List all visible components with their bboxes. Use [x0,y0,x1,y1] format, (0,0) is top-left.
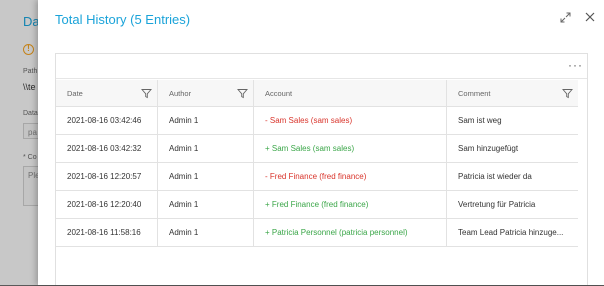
cell-account: - Sam Sales (sam sales) [254,107,447,134]
filter-icon[interactable] [562,88,573,99]
column-header-author-label: Author [169,88,192,98]
cell-author: Admin 1 [158,219,254,246]
table-row[interactable]: 2021-08-16 11:58:16 Admin 1 + Patricia P… [56,219,578,247]
cell-comment: Team Lead Patricia hinzuge... [458,228,564,237]
column-header-account-label: Account [265,88,293,98]
column-header-date-label: Date [67,88,83,98]
cell-date: 2021-08-16 11:58:16 [56,219,158,246]
filter-icon[interactable] [141,88,152,99]
close-icon[interactable] [583,10,597,24]
column-header-date[interactable]: Date [56,80,158,106]
cell-date: 2021-08-16 12:20:57 [56,163,158,190]
history-table-card: ··· Date Author Account Comment 2021-08-… [55,53,588,285]
table-row[interactable]: 2021-08-16 12:20:40 Admin 1 + Fred Finan… [56,191,578,219]
more-icon[interactable]: ··· [568,58,583,72]
table-row[interactable]: 2021-08-16 03:42:46 Admin 1 - Sam Sales … [56,107,578,135]
expand-icon-glyph [560,12,570,22]
cell-date: 2021-08-16 12:20:40 [56,191,158,218]
close-icon-glyph [585,12,595,22]
table-row[interactable]: 2021-08-16 12:20:57 Admin 1 - Fred Finan… [56,163,578,191]
cell-author: Admin 1 [158,163,254,190]
dialog-title: Total History (5 Entries) [55,12,191,27]
cell-comment: Vertretung für Patricia [458,200,536,209]
column-header-account[interactable]: Account [254,80,447,106]
history-table: Date Author Account Comment 2021-08-16 0… [56,80,578,247]
cell-comment: Sam ist weg [458,116,502,125]
cell-date: 2021-08-16 03:42:46 [56,107,158,134]
cell-account: + Fred Finance (fred finance) [254,191,447,218]
cell-author: Admin 1 [158,107,254,134]
table-header-row: Date Author Account Comment [56,80,578,107]
history-dialog: Total History (5 Entries) ··· Date Autho [38,0,604,285]
cell-comment: Patricia ist wieder da [458,172,532,181]
cell-author: Admin 1 [158,191,254,218]
cell-comment: Sam hinzugefügt [458,144,519,153]
column-header-author[interactable]: Author [158,80,254,106]
table-row[interactable]: 2021-08-16 03:42:32 Admin 1 + Sam Sales … [56,135,578,163]
cell-account: - Fred Finance (fred finance) [254,163,447,190]
dialog-header: Total History (5 Entries) [38,0,604,38]
column-header-comment[interactable]: Comment [447,80,578,106]
expand-icon[interactable] [558,10,572,24]
cell-date: 2021-08-16 03:42:32 [56,135,158,162]
column-header-comment-label: Comment [458,88,491,98]
table-toolbar: ··· [56,54,587,79]
table-empty-area [56,274,589,286]
filter-icon[interactable] [237,88,248,99]
cell-author: Admin 1 [158,135,254,162]
cell-account: + Sam Sales (sam sales) [254,135,447,162]
cell-account: + Patricia Personnel (patricia personnel… [254,219,447,246]
